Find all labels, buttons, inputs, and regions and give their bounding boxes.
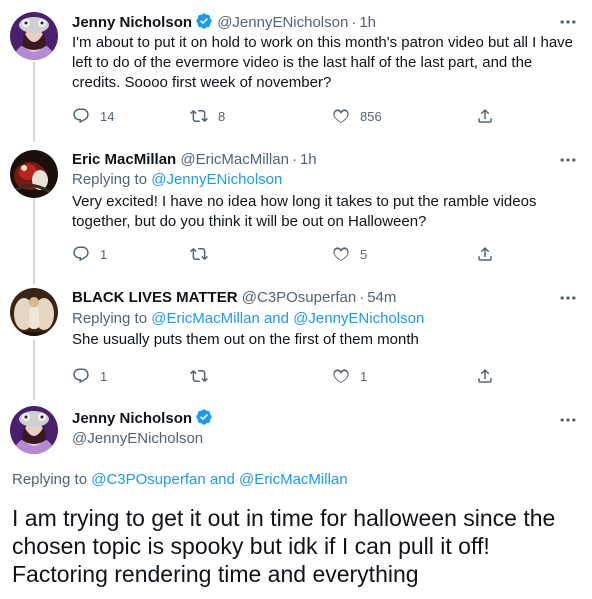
replying-to: Replying to @C3POsuperfan and @EricMacMi…: [12, 470, 348, 490]
main-tweet-text: I am trying to get it out in time for ha…: [12, 505, 556, 587]
verified-badge-icon: [195, 12, 213, 30]
retweet-icon: [190, 367, 208, 385]
main-tweet-author: Jenny Nicholson @JennyENicholson: [72, 408, 213, 449]
tweet[interactable]: Jenny Nicholson @JennyENicholson · 1h I'm …: [0, 0, 592, 140]
reply-icon: [72, 107, 90, 125]
avatar[interactable]: [10, 406, 58, 454]
tweet-header: Eric MacMillan @EricMacMillan · 1h: [72, 150, 317, 170]
replying-prefix: Replying to: [72, 171, 148, 188]
separator-dot: ·: [359, 289, 365, 306]
retweet-button[interactable]: [190, 244, 218, 264]
author-name[interactable]: Eric MacMillan: [72, 151, 176, 168]
figure-with-wings-avatar-icon: [10, 288, 58, 336]
like-button[interactable]: 1: [332, 366, 367, 386]
reply-count: 1: [100, 246, 108, 262]
heart-icon: [332, 245, 350, 263]
share-icon: [476, 367, 494, 385]
author-handle[interactable]: @JennyENicholson: [72, 429, 213, 449]
reply-button[interactable]: 1: [72, 244, 107, 264]
reply-count: 14: [100, 108, 115, 124]
retweet-icon: [190, 245, 208, 263]
tweet-text: She usually puts them out on the first o…: [72, 331, 419, 348]
replying-to-link[interactable]: @EricMacMillan and @JennyENicholson: [151, 310, 424, 327]
verified-badge-icon: [195, 408, 213, 426]
share-button[interactable]: [476, 106, 494, 126]
retweet-icon: [190, 107, 208, 125]
timestamp[interactable]: 1h: [300, 151, 317, 168]
more-options-icon[interactable]: [558, 12, 578, 32]
share-button[interactable]: [476, 244, 494, 264]
author-handle[interactable]: @C3POsuperfan: [242, 289, 356, 306]
like-button[interactable]: 856: [332, 106, 382, 126]
more-options-icon[interactable]: [558, 288, 578, 308]
reply-button[interactable]: 1: [72, 366, 107, 386]
author-name[interactable]: BLACK LIVES MATTER: [72, 289, 238, 306]
main-tweet: Jenny Nicholson @JennyENicholson Replyin…: [0, 396, 592, 599]
share-icon: [476, 245, 494, 263]
like-count: 856: [360, 108, 382, 124]
tweet-header: Jenny Nicholson @JennyENicholson · 1h: [72, 12, 376, 33]
replying-prefix: Replying to: [72, 310, 148, 327]
replying-to: Replying to @EricMacMillan and @JennyENi…: [72, 309, 424, 329]
like-button[interactable]: 5: [332, 244, 367, 264]
heart-icon: [332, 107, 350, 125]
reply-button[interactable]: 14: [72, 106, 114, 126]
author-handle[interactable]: @EricMacMillan: [180, 151, 289, 168]
separator-dot: ·: [351, 14, 357, 31]
cat-hat-avatar-icon: [10, 12, 58, 60]
retweet-count: 8: [218, 108, 226, 124]
cat-hat-avatar-icon: [10, 406, 58, 454]
tweet[interactable]: Eric MacMillan @EricMacMillan · 1h Replyin…: [0, 138, 592, 278]
tweet-text: Very excited! I have no idea how long it…: [72, 193, 537, 230]
timestamp[interactable]: 1h: [359, 14, 376, 31]
like-count: 1: [360, 368, 368, 384]
author-handle[interactable]: @JennyENicholson: [217, 14, 348, 31]
replying-to: Replying to @JennyENicholson: [72, 170, 282, 190]
reply-icon: [72, 245, 90, 263]
avatar[interactable]: [10, 150, 58, 198]
timestamp[interactable]: 54m: [367, 289, 396, 306]
reply-count: 1: [100, 368, 108, 384]
share-icon: [476, 107, 494, 125]
retweet-button[interactable]: 8: [190, 106, 225, 126]
tweet-actions: 14 8 856: [72, 106, 502, 126]
tweet-text: I'm about to put it on hold to work on t…: [72, 34, 574, 91]
share-button[interactable]: [476, 366, 494, 386]
author-name[interactable]: Jenny Nicholson: [72, 14, 192, 31]
replying-prefix: Replying to: [12, 471, 88, 488]
retweet-button[interactable]: [190, 366, 218, 386]
more-options-icon[interactable]: [558, 410, 578, 430]
red-figure-avatar-icon: [10, 150, 58, 198]
tweet-header: BLACK LIVES MATTER @C3POsuperfan · 54m: [72, 288, 396, 308]
replying-to-link[interactable]: @JennyENicholson: [151, 171, 282, 188]
tweet-actions: 1 1: [72, 366, 502, 386]
tweet-actions: 1 5: [72, 244, 502, 264]
replying-to-link[interactable]: @C3POsuperfan and @EricMacMillan: [91, 471, 347, 488]
tweet[interactable]: BLACK LIVES MATTER @C3POsuperfan · 54m Rep…: [0, 276, 592, 400]
avatar[interactable]: [10, 288, 58, 336]
like-count: 5: [360, 246, 368, 262]
author-name[interactable]: Jenny Nicholson: [72, 410, 192, 427]
heart-icon: [332, 367, 350, 385]
separator-dot: ·: [291, 151, 297, 168]
reply-icon: [72, 367, 90, 385]
avatar[interactable]: [10, 12, 58, 60]
more-options-icon[interactable]: [558, 150, 578, 170]
